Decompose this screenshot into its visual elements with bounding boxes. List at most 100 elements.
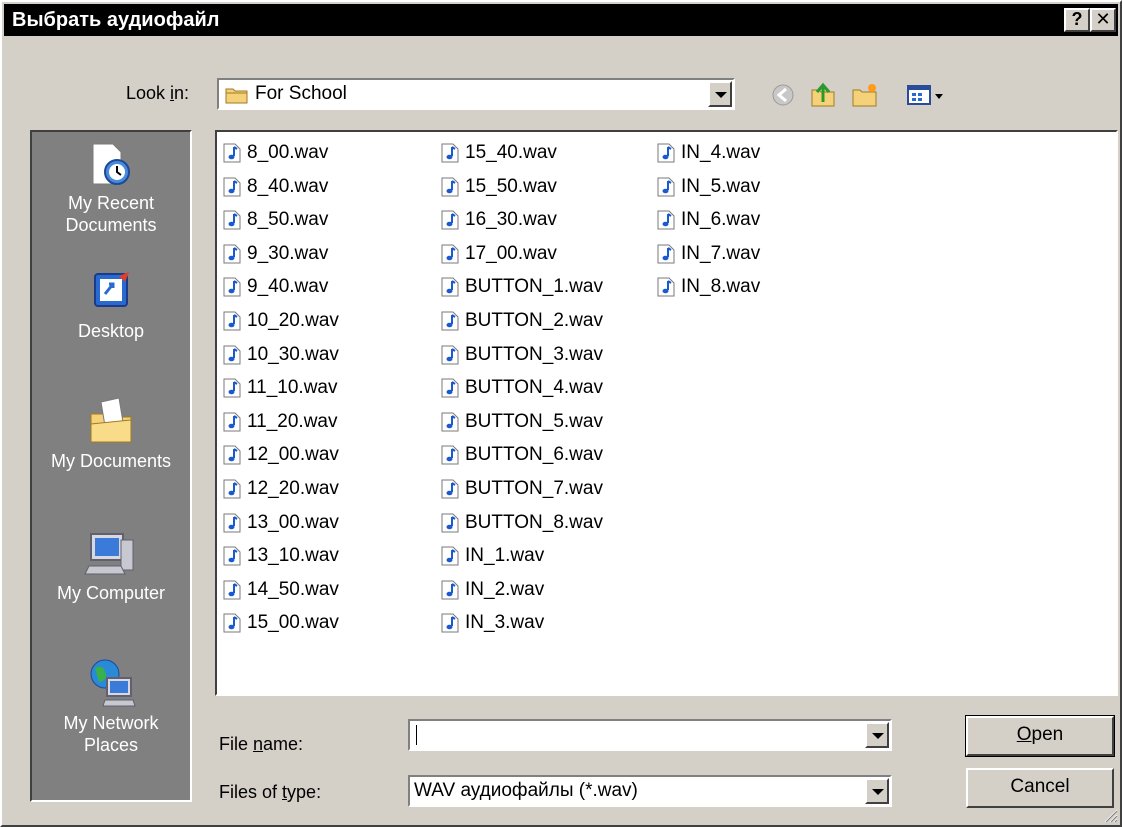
file-name-text: IN_8.wav xyxy=(681,276,761,297)
file-name-label-key: n xyxy=(253,734,264,754)
place-my-documents[interactable]: My Documents xyxy=(32,394,190,472)
look-in-dropdown[interactable]: For School xyxy=(217,78,735,110)
audio-file-icon xyxy=(657,177,675,197)
audio-file-icon xyxy=(223,378,241,398)
file-name-text: 14_50.wav xyxy=(247,579,339,600)
audio-file-icon xyxy=(441,378,459,398)
resize-grip-icon[interactable] xyxy=(1100,805,1118,823)
look-in-label-part: n: xyxy=(174,83,190,103)
open-file-dialog: Выбрать аудиофайл ? ✕ Look in: For Schoo… xyxy=(0,0,1122,827)
audio-file-icon xyxy=(441,244,459,264)
file-name-text: 13_10.wav xyxy=(247,545,339,566)
places-bar: My Recent Documents Desktop My Documents xyxy=(30,130,192,802)
place-desktop[interactable]: Desktop xyxy=(32,268,190,342)
audio-file-icon xyxy=(223,177,241,197)
file-name-dropdown-button[interactable] xyxy=(865,722,889,748)
place-label: Documents xyxy=(65,215,157,235)
file-name-text: IN_2.wav xyxy=(465,579,545,600)
file-name-text: 12_00.wav xyxy=(247,444,339,465)
audio-file-icon xyxy=(441,143,459,163)
audio-file-icon xyxy=(441,345,459,365)
audio-file-icon xyxy=(441,412,459,432)
file-name-label-part: File xyxy=(219,734,254,754)
place-label: My Documents xyxy=(50,451,172,471)
file-name-text: IN_1.wav xyxy=(465,545,545,566)
audio-file-icon xyxy=(657,244,675,264)
audio-file-icon xyxy=(223,546,241,566)
close-button[interactable]: ✕ xyxy=(1090,8,1116,32)
title-bar[interactable]: Выбрать аудиофайл ? ✕ xyxy=(4,4,1118,36)
cancel-button[interactable]: Cancel xyxy=(966,768,1114,808)
file-list[interactable]: 8_00.wav 8_40.wav 8_50.wav 9_30.wav 9_40.wav… xyxy=(215,130,1118,696)
audio-file-icon xyxy=(441,479,459,499)
file-name-text: IN_3.wav xyxy=(465,612,545,633)
place-label: My Network xyxy=(63,713,159,733)
place-recent-documents[interactable]: My Recent Documents xyxy=(32,140,190,236)
file-name-text: BUTTON_8.wav xyxy=(465,512,603,533)
file-name-input[interactable] xyxy=(408,719,892,751)
audio-file-icon xyxy=(441,445,459,465)
file-name-text: 15_00.wav xyxy=(247,612,339,633)
file-name-text: 8_50.wav xyxy=(247,209,329,230)
audio-file-icon xyxy=(223,143,241,163)
file-name-text: 8_00.wav xyxy=(247,142,329,163)
look-in-label: Look in: xyxy=(126,82,189,104)
file-name-text: 15_40.wav xyxy=(465,142,557,163)
up-folder-icon[interactable] xyxy=(808,80,838,110)
file-name-text: BUTTON_2.wav xyxy=(465,310,603,331)
view-menu-icon[interactable] xyxy=(904,80,954,110)
file-name-text: IN_4.wav xyxy=(681,142,761,163)
audio-file-icon xyxy=(657,277,675,297)
file-name-text: 16_30.wav xyxy=(465,209,557,230)
place-network-places[interactable]: My Network Places xyxy=(32,654,190,756)
place-label: Desktop xyxy=(77,321,145,341)
audio-file-icon xyxy=(657,210,675,230)
audio-file-icon xyxy=(223,513,241,533)
audio-file-icon xyxy=(441,277,459,297)
place-label: My Computer xyxy=(56,583,166,603)
file-name-text: 8_40.wav xyxy=(247,176,329,197)
my-computer-icon xyxy=(84,533,134,575)
folder-icon xyxy=(225,88,248,104)
audio-file-icon xyxy=(441,311,459,331)
file-name-text: BUTTON_6.wav xyxy=(465,444,603,465)
audio-file-icon xyxy=(441,177,459,197)
file-name-text: BUTTON_5.wav xyxy=(465,411,603,432)
audio-file-icon xyxy=(223,210,241,230)
audio-file-icon xyxy=(223,445,241,465)
network-places-icon xyxy=(90,659,136,707)
file-name-text: 9_30.wav xyxy=(247,243,329,264)
open-button-key: O xyxy=(1016,724,1032,745)
open-button[interactable]: Open xyxy=(965,715,1115,757)
file-type-dropdown[interactable]: WAV аудиофайлы (*.wav) xyxy=(408,775,892,807)
file-name-text: BUTTON_7.wav xyxy=(465,478,603,499)
new-folder-icon[interactable] xyxy=(850,80,880,110)
file-name-text: BUTTON_1.wav xyxy=(465,276,603,297)
audio-file-icon xyxy=(441,580,459,600)
look-in-dropdown-button[interactable] xyxy=(708,81,732,107)
audio-file-icon xyxy=(441,613,459,633)
recent-documents-icon xyxy=(92,143,130,185)
audio-file-icon xyxy=(441,210,459,230)
file-name-label-part: ame: xyxy=(263,734,304,754)
file-name-label: File name: xyxy=(219,733,303,755)
look-in-label-part: Look xyxy=(126,83,171,103)
help-button[interactable]: ? xyxy=(1064,8,1090,32)
audio-file-icon xyxy=(223,311,241,331)
place-my-computer[interactable]: My Computer xyxy=(32,526,190,604)
file-name-text: 10_30.wav xyxy=(247,344,339,365)
file-type-value: WAV аудиофайлы (*.wav) xyxy=(414,780,638,801)
desktop-icon xyxy=(94,272,129,307)
file-type-dropdown-button[interactable] xyxy=(865,778,889,804)
file-type-label-part: ype: xyxy=(287,782,322,802)
place-label: Places xyxy=(83,735,139,755)
text-caret xyxy=(416,725,417,745)
file-name-text: BUTTON_3.wav xyxy=(465,344,603,365)
audio-file-icon xyxy=(441,546,459,566)
place-label: My Recent xyxy=(67,193,155,213)
audio-file-icon xyxy=(441,513,459,533)
back-icon[interactable] xyxy=(768,80,798,110)
file-name-text: IN_7.wav xyxy=(681,243,761,264)
audio-file-icon xyxy=(657,143,675,163)
file-name-text: 9_40.wav xyxy=(247,276,329,297)
